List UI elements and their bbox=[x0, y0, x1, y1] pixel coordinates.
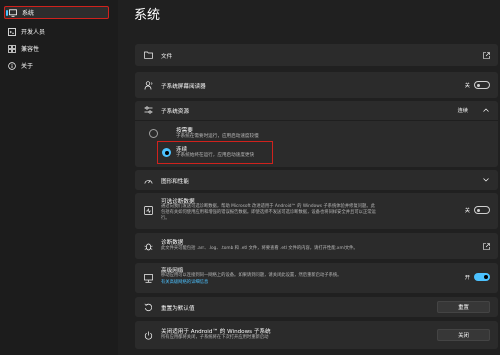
shutdown-title: 关闭适用于 Android™ 的 Windows 子系统 bbox=[161, 329, 271, 335]
optional-diagnostics-card: 可选诊断数据 通过向我们发送可选诊断数据，帮助 Microsoft 改进适用于 … bbox=[135, 193, 498, 229]
power-icon bbox=[143, 330, 153, 340]
option-title: 连续 bbox=[176, 147, 188, 153]
sidebar-item-label: 关于 bbox=[21, 63, 34, 70]
screen-reader-card: 子系统屏幕阅读器 关 bbox=[135, 72, 498, 98]
chevron-up-icon bbox=[482, 106, 490, 114]
resources-header[interactable]: 子系统资源 连续 bbox=[135, 101, 498, 119]
optional-diagnostics-toggle[interactable] bbox=[474, 206, 490, 214]
diagnostic-data-card[interactable]: 诊断数据 此文件夹可能包括 .arr、.log、.tomb 和 .etl 文件，… bbox=[135, 233, 498, 259]
info-icon bbox=[7, 61, 17, 71]
screen-reader-toggle[interactable] bbox=[474, 81, 490, 89]
option-desc: 子系统始终在运行，应用启动速度更快 bbox=[176, 153, 255, 158]
screen-reader-state: 关 bbox=[464, 83, 470, 89]
advanced-network-card: 高级网络 移动应用可以连接到同一网络上的设备。如果请到问题，请关闭此设置，然后重… bbox=[135, 263, 498, 293]
reset-button[interactable]: 重置 bbox=[437, 301, 490, 313]
shutdown-button[interactable]: 关闭 bbox=[437, 329, 490, 341]
external-link-icon bbox=[482, 242, 490, 250]
sliders-icon bbox=[143, 105, 153, 115]
external-link-icon bbox=[482, 51, 490, 59]
sidebar-item-label: 兼容性 bbox=[21, 46, 40, 53]
resources-title: 子系统资源 bbox=[161, 109, 189, 115]
sidebar-item-label: 系统 bbox=[22, 10, 35, 17]
bug-icon bbox=[143, 241, 153, 251]
diagnostic-data-desc: 此文件夹可能包括 .arr、.log、.tomb 和 .etl 文件，将要查看 … bbox=[161, 246, 358, 251]
page-title: 系统 bbox=[134, 8, 161, 23]
shutdown-card: 关闭适用于 Android™ 的 Windows 子系统 所有应用都将关闭，子系… bbox=[135, 321, 498, 349]
gauge-icon bbox=[143, 175, 153, 185]
resources-card: 子系统资源 连续 按需要 子系统在需要时运行，应用启动速度较慢 连续 子系统始终… bbox=[135, 101, 498, 167]
screen-reader-title: 子系统屏幕阅读器 bbox=[161, 84, 206, 90]
files-card[interactable]: 文件 bbox=[135, 44, 498, 66]
reset-title: 重置为默认值 bbox=[161, 306, 195, 312]
shutdown-desc: 所有应用都将关闭，子系统将在下次打开应用时重新启动 bbox=[161, 335, 269, 340]
screen-reader-icon bbox=[143, 80, 153, 90]
optional-diagnostics-desc-2: 包括有关如何使用应用和增强的错误报告数据。即使选择不发送可选诊断数据，设备也将同… bbox=[161, 210, 376, 215]
network-icon bbox=[143, 273, 153, 283]
optional-diagnostics-desc-3: 行。 bbox=[161, 216, 170, 221]
diagnostic-data-title: 诊断数据 bbox=[161, 240, 184, 246]
radio-continuous[interactable] bbox=[162, 148, 171, 157]
reset-icon bbox=[143, 302, 153, 312]
resources-value: 连续 bbox=[457, 108, 468, 114]
radio-on-demand[interactable] bbox=[149, 129, 158, 138]
compatibility-icon bbox=[7, 44, 17, 54]
sidebar-item-compatibility[interactable]: 兼容性 bbox=[4, 42, 109, 55]
sidebar-item-system[interactable]: 系统 bbox=[4, 6, 109, 19]
advanced-network-toggle[interactable] bbox=[474, 273, 490, 281]
chevron-down-icon bbox=[482, 176, 490, 184]
reset-card: 重置为默认值 重置 bbox=[135, 297, 498, 317]
diagnostics-icon bbox=[143, 205, 153, 215]
divider bbox=[135, 120, 498, 121]
developer-icon bbox=[7, 27, 17, 37]
sidebar-item-label: 开发人员 bbox=[21, 29, 46, 36]
sidebar-item-about[interactable]: 关于 bbox=[4, 59, 109, 72]
option-desc: 子系统在需要时运行，应用启动速度较慢 bbox=[176, 134, 259, 139]
sidebar: 系统 开发人员 兼容性 关于 bbox=[0, 0, 118, 355]
folder-icon bbox=[143, 50, 153, 60]
sidebar-item-developer[interactable]: 开发人员 bbox=[4, 25, 109, 38]
advanced-network-state: 开 bbox=[464, 275, 470, 281]
graphics-card[interactable]: 图形和性能 bbox=[135, 170, 498, 190]
option-title: 按需要 bbox=[176, 128, 193, 134]
optional-diagnostics-state: 关 bbox=[464, 208, 470, 214]
files-title: 文件 bbox=[161, 54, 173, 60]
advanced-network-link[interactable]: 有关高级网络的详细信息 bbox=[161, 280, 208, 286]
graphics-title: 图形和性能 bbox=[161, 179, 189, 185]
monitor-icon bbox=[8, 8, 18, 18]
advanced-network-desc: 移动应用可以连接到同一网络上的设备。如果请到问题，请关闭此设置，然后重新启动子系… bbox=[161, 273, 342, 278]
